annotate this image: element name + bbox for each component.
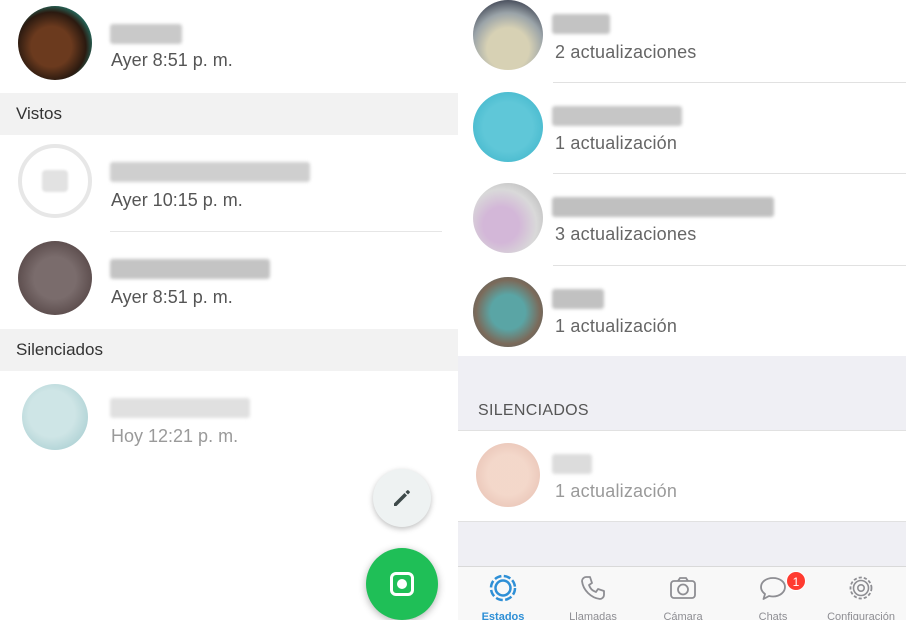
section-header-muted: Silenciados [0,329,458,371]
status-time: Ayer 8:51 p. m. [111,287,233,307]
avatar [473,0,543,70]
contact-name-obscured [552,454,592,474]
tab-label: Cámara [663,611,703,620]
contact-name-obscured [552,14,610,34]
avatar [18,241,92,315]
status-item-muted[interactable]: 1 actualización [458,431,906,522]
section-title: Vistos [16,104,62,123]
divider [553,173,906,174]
status-item-muted[interactable]: Hoy 12:21 p. m. [0,372,458,462]
status-item-update[interactable]: 3 actualizaciones [458,183,906,274]
update-count: 1 actualización [555,133,678,153]
tab-label: Llamadas [569,611,617,620]
unread-badge: 1 [786,571,806,591]
tab-bar: Estados Llamadas Cámara 1 Chats Configur… [458,566,906,620]
section-title: Silenciados [16,340,103,359]
camera-status-button[interactable] [366,548,438,620]
update-count: 1 actualización [555,316,678,336]
status-time: Hoy 12:21 p. m. [111,426,239,446]
status-item-update[interactable]: 1 actualización [458,275,906,366]
tab-label: Estados [481,611,525,620]
phone-icon [581,576,605,600]
contact-name-obscured [110,24,182,44]
avatar [18,144,92,218]
contact-name-obscured [552,197,774,217]
update-count: 2 actualizaciones [555,42,697,62]
divider [553,82,906,83]
status-time: Ayer 10:15 p. m. [111,190,243,210]
tab-camara[interactable]: Cámara [638,567,728,620]
contact-name-obscured [110,398,250,418]
avatar [473,92,543,162]
ios-status-panel: 2 actualizaciones 1 actualización 3 actu… [458,0,906,620]
status-icon [489,574,517,602]
update-count: 3 actualizaciones [555,224,697,244]
avatar [473,183,543,253]
gear-icon [849,576,873,600]
tab-llamadas[interactable]: Llamadas [548,567,638,620]
status-item-viewed[interactable]: Ayer 10:15 p. m. [0,136,458,226]
contact-name-obscured [552,106,682,126]
android-status-panel: Ayer 8:51 p. m. Vistos Ayer 10:15 p. m. … [0,0,458,620]
chat-bubble-icon [760,577,786,600]
tab-configuracion[interactable]: Configuración [816,567,906,620]
update-count: 1 actualización [555,481,678,501]
tab-label: Configuración [827,611,895,620]
status-item-recent[interactable]: Ayer 8:51 p. m. [0,0,458,90]
contact-name-obscured [552,289,604,309]
tab-chats[interactable]: 1 Chats [728,567,818,620]
avatar [473,277,543,347]
status-item-update[interactable]: 1 actualización [458,92,906,183]
avatar [18,6,92,80]
contact-name-obscured [110,162,310,182]
avatar [476,443,540,507]
avatar [22,384,88,450]
text-status-button[interactable] [373,469,431,527]
contact-name-obscured [110,259,270,279]
pencil-icon [394,490,410,506]
camera-icon [390,572,414,596]
tab-label: Chats [758,611,788,620]
divider [110,231,442,232]
section-title-muted: SILENCIADOS [478,402,589,419]
camera-icon [670,577,696,599]
section-header-viewed: Vistos [0,93,458,135]
divider [553,265,906,266]
status-item-update[interactable]: 2 actualizaciones [458,0,906,91]
tab-estados[interactable]: Estados [458,567,548,620]
status-time: Ayer 8:51 p. m. [111,50,233,70]
status-item-viewed[interactable]: Ayer 8:51 p. m. [0,235,458,325]
